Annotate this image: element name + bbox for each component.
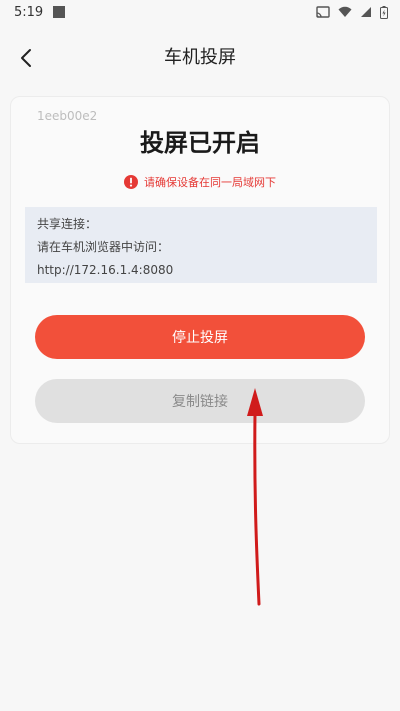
card-title: 投屏已开启 — [140, 129, 260, 157]
notification-icon — [53, 6, 66, 18]
access-instruction: 请在车机浏览器中访问： — [37, 240, 170, 254]
share-label: 共享连接： — [37, 217, 98, 231]
cast-icon — [316, 6, 330, 18]
share-url[interactable]: http://172.16.1.4:8080 — [37, 259, 365, 282]
signal-icon — [361, 7, 371, 17]
header: 车机投屏 — [0, 36, 400, 80]
cast-card: 1eeb00e2 投屏已开启 请确保设备在同一局域网下 共享连接： 请在车机浏览… — [10, 96, 390, 444]
copy-link-button[interactable]: 复制链接 — [35, 379, 365, 423]
status-time: 5:19 — [14, 4, 44, 20]
alert-icon — [124, 175, 138, 189]
status-right — [316, 5, 388, 19]
stop-cast-button[interactable]: 停止投屏 — [35, 315, 365, 359]
warning-text: 请确保设备在同一局域网下 — [144, 176, 276, 189]
battery-icon — [380, 5, 388, 19]
device-id: 1eeb00e2 — [37, 109, 98, 123]
status-bar: 5:19 — [0, 0, 400, 24]
status-left: 5:19 — [14, 4, 66, 20]
share-info-box: 共享连接： 请在车机浏览器中访问： http://172.16.1.4:8080 — [25, 207, 377, 283]
wifi-icon — [338, 6, 352, 17]
warning-row: 请确保设备在同一局域网下 — [11, 174, 389, 190]
page-title: 车机投屏 — [164, 47, 236, 68]
